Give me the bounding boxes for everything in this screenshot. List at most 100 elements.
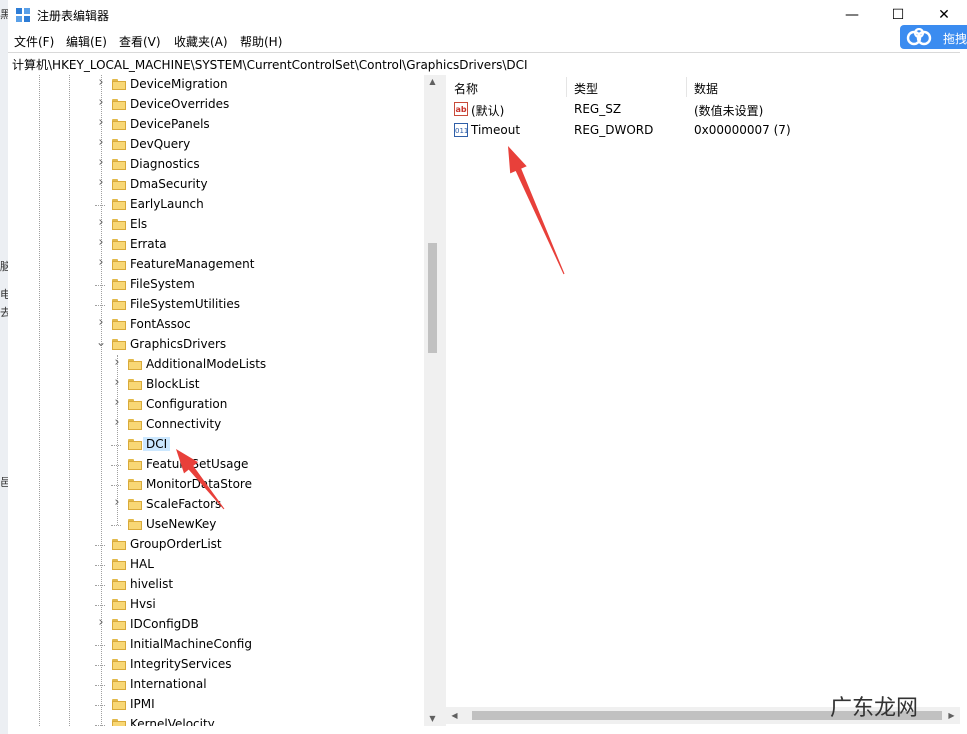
tree-item-label: IntegrityServices (130, 657, 232, 671)
scroll-right-icon[interactable]: ▶ (943, 709, 960, 723)
tree-item-featuremanagement[interactable]: › FeatureManagement (8, 255, 428, 275)
tree-item-label: EarlyLaunch (130, 197, 204, 211)
tree-item-deviceoverrides[interactable]: › DeviceOverrides (8, 95, 428, 115)
tree-item-els[interactable]: › Els (8, 215, 428, 235)
tree-item-dci[interactable]: DCI (8, 435, 428, 455)
tree-connector (95, 705, 105, 706)
tree-item-hal[interactable]: HAL (8, 555, 428, 575)
chevron-right-icon[interactable]: › (96, 616, 106, 629)
address-bar[interactable]: 计算机\HKEY_LOCAL_MACHINE\SYSTEM\CurrentCon… (8, 52, 967, 76)
tree-item-dmasecurity[interactable]: › DmaSecurity (8, 175, 428, 195)
tree-item-monitordatastore[interactable]: MonitorDataStore (8, 475, 428, 495)
tree-scroll-thumb[interactable] (428, 243, 437, 353)
tree-item-grouporderlist[interactable]: GroupOrderList (8, 535, 428, 555)
folder-icon (112, 539, 126, 550)
minimize-button[interactable]: — (829, 0, 875, 30)
tree-item-label: InitialMachineConfig (130, 637, 252, 651)
tree-item-earlylaunch[interactable]: EarlyLaunch (8, 195, 428, 215)
tree-item-label: Connectivity (146, 417, 222, 431)
folder-icon (128, 479, 142, 490)
tree-item-label: GroupOrderList (130, 537, 222, 551)
tree-item-devquery[interactable]: › DevQuery (8, 135, 428, 155)
tree-item-integrityservices[interactable]: IntegrityServices (8, 655, 428, 675)
tree-item-label: HAL (130, 557, 154, 571)
folder-icon (112, 619, 126, 630)
folder-icon (112, 259, 126, 270)
chevron-right-icon[interactable]: › (96, 316, 106, 329)
menu-help[interactable]: 帮助(H) (240, 33, 282, 50)
chevron-right-icon[interactable]: › (112, 376, 122, 389)
chevron-right-icon[interactable]: › (96, 216, 106, 229)
tree-item-usenewkey[interactable]: UseNewKey (8, 515, 428, 535)
tree-item-filesystemutilities[interactable]: FileSystemUtilities (8, 295, 428, 315)
folder-icon (112, 299, 126, 310)
tree-item-label: IDConfigDB (130, 617, 199, 631)
folder-icon (112, 659, 126, 670)
folder-icon (112, 119, 126, 130)
tree-item-graphicsdrivers[interactable]: ⌄ GraphicsDrivers (8, 335, 428, 355)
tree-item-idconfigdb[interactable]: › IDConfigDB (8, 615, 428, 635)
baidu-netdisk-float-button[interactable]: 拖拽 (900, 25, 967, 49)
tree-item-hvsi[interactable]: Hvsi (8, 595, 428, 615)
value-row-default[interactable]: ab (默认) REG_SZ (数值未设置) (446, 99, 960, 120)
chevron-right-icon[interactable]: › (96, 96, 106, 109)
tree-item-errata[interactable]: › Errata (8, 235, 428, 255)
title-bar[interactable]: 注册表编辑器 — ☐ ✕ (8, 0, 967, 30)
folder-icon (128, 399, 142, 410)
scroll-left-icon[interactable]: ◀ (446, 709, 463, 723)
tree-item-label: FileSystem (130, 277, 195, 291)
tree-item-filesystem[interactable]: FileSystem (8, 275, 428, 295)
chevron-right-icon[interactable]: › (96, 116, 106, 129)
value-row-timeout[interactable]: 011 Timeout REG_DWORD 0x00000007 (7) (446, 120, 960, 141)
chevron-right-icon[interactable]: › (96, 76, 106, 89)
menu-favorites[interactable]: 收藏夹(A) (174, 33, 228, 50)
chevron-right-icon[interactable]: › (112, 496, 122, 509)
chevron-right-icon[interactable]: › (112, 416, 122, 429)
chevron-right-icon[interactable]: › (96, 256, 106, 269)
column-header-type[interactable]: 类型 (566, 75, 686, 99)
chevron-right-icon[interactable]: › (96, 156, 106, 169)
scroll-down-icon[interactable]: ▼ (424, 712, 441, 726)
menu-view[interactable]: 查看(V) (119, 33, 161, 50)
tree-item-configuration[interactable]: › Configuration (8, 395, 428, 415)
tree-connector (111, 445, 121, 446)
string-value-icon: ab (454, 102, 468, 116)
tree-item-ipmi[interactable]: IPMI (8, 695, 428, 715)
menu-file[interactable]: 文件(F) (14, 33, 54, 50)
tree-item-featuresetusage[interactable]: FeatureSetUsage (8, 455, 428, 475)
chevron-right-icon[interactable]: › (96, 236, 106, 249)
tree-item-kernelvelocity[interactable]: KernelVelocity (8, 715, 428, 726)
tree-item-devicemigration[interactable]: › DeviceMigration (8, 75, 428, 95)
tree-item-fontassoc[interactable]: › FontAssoc (8, 315, 428, 335)
tree-item-international[interactable]: International (8, 675, 428, 695)
tree-item-devicepanels[interactable]: › DevicePanels (8, 115, 428, 135)
watermark: 广东龙网 (830, 696, 919, 721)
tree-vertical-scrollbar[interactable]: ▲ ▼ (424, 75, 441, 726)
tree-item-label: IPMI (130, 697, 155, 711)
scroll-up-icon[interactable]: ▲ (424, 75, 441, 89)
tree-item-label: DevQuery (130, 137, 191, 151)
chevron-right-icon[interactable]: › (96, 176, 106, 189)
folder-icon (112, 719, 126, 726)
column-header-name[interactable]: 名称 (446, 75, 566, 99)
folder-icon (112, 99, 126, 110)
chevron-down-icon[interactable]: ⌄ (96, 336, 106, 348)
tree-item-additionalmodelists[interactable]: › AdditionalModeLists (8, 355, 428, 375)
tree-item-initialmachineconfig[interactable]: InitialMachineConfig (8, 635, 428, 655)
chevron-right-icon[interactable]: › (96, 136, 106, 149)
menu-bar: 文件(F) 编辑(E) 查看(V) 收藏夹(A) 帮助(H) (8, 30, 967, 52)
chevron-right-icon[interactable]: › (112, 396, 122, 409)
menu-edit[interactable]: 编辑(E) (66, 33, 107, 50)
tree-item-diagnostics[interactable]: › Diagnostics (8, 155, 428, 175)
chevron-right-icon[interactable]: › (112, 356, 122, 369)
column-header-data[interactable]: 数据 (686, 75, 956, 99)
folder-icon (128, 459, 142, 470)
address-path[interactable]: 计算机\HKEY_LOCAL_MACHINE\SYSTEM\CurrentCon… (12, 56, 528, 73)
tree-item-connectivity[interactable]: › Connectivity (8, 415, 428, 435)
tree-item-scalefactors[interactable]: › ScaleFactors (8, 495, 428, 515)
tree-item-blocklist[interactable]: › BlockList (8, 375, 428, 395)
tree-item-label: DeviceMigration (130, 77, 228, 91)
value-list: 名称 类型 数据 ab (默认) REG_SZ (数值未设置) 011 Time… (446, 75, 960, 726)
folder-icon (112, 339, 126, 350)
tree-item-hivelist[interactable]: hivelist (8, 575, 428, 595)
